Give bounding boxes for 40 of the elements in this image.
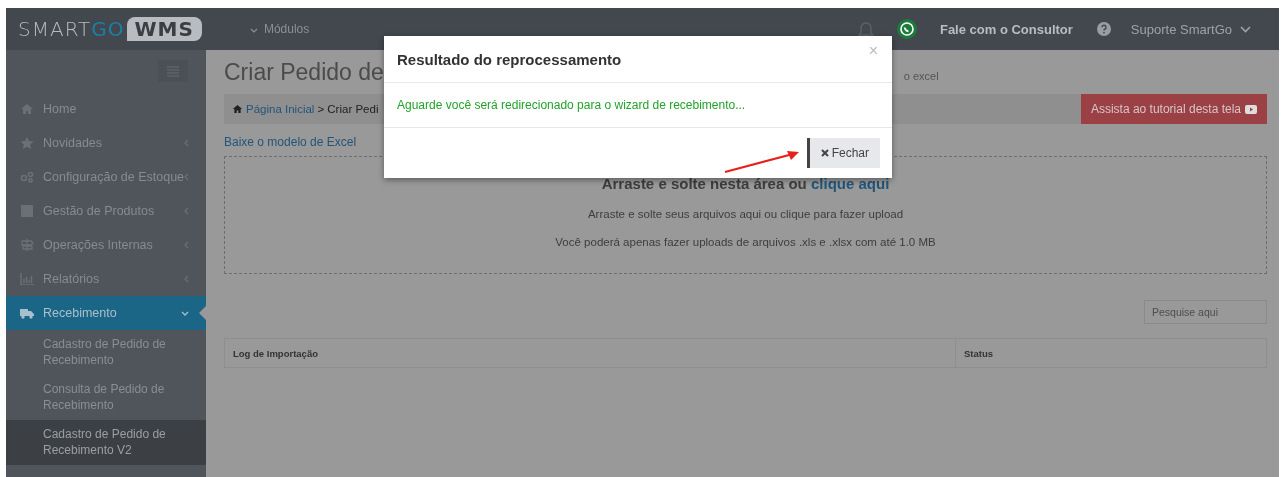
modules-menu[interactable]: Módulos <box>243 21 316 37</box>
bell-icon[interactable] <box>857 20 874 38</box>
consultant-link[interactable]: Fale com o Consultor <box>939 21 1073 37</box>
sign-icon <box>20 239 34 251</box>
column-header: Status <box>963 346 995 361</box>
chat-icon[interactable] <box>895 18 918 40</box>
page-subtitle: o excel <box>903 70 939 82</box>
submenu-item[interactable]: Cadastro de Pedido de Recebimento <box>6 330 206 375</box>
caret-down-icon <box>249 28 258 33</box>
submenu-item[interactable]: Cadastro de Pedido de Recebimento V2 <box>6 420 206 465</box>
video-icon <box>1245 104 1257 114</box>
breadcrumb-current: > Criar Pedi <box>317 103 379 115</box>
star-icon <box>20 137 34 149</box>
close-button[interactable]: × <box>864 42 882 60</box>
dropzone-limit: Você poderá apenas fazer uploads de arquivos .xls e .xlsx com até 1.0 MB <box>555 236 936 248</box>
submenu-item[interactable]: Consulta de Pedido de Recebimento <box>6 375 206 420</box>
chart-icon <box>20 273 34 285</box>
home-icon <box>20 103 34 115</box>
sidebar-label: Recebimento <box>43 306 118 320</box>
truck-icon <box>20 307 34 319</box>
dropzone-hint: Arraste e solte seus arquivos aqui ou clique para fazer upload <box>587 208 904 220</box>
help-icon[interactable] <box>1096 22 1111 36</box>
user-menu[interactable]: Suporte SmartGo <box>1124 20 1257 38</box>
dialog-message: Aguarde você será redirecionado para o wizard de recebimento... <box>384 83 892 128</box>
dropzone-title: Arraste e solte nesta área ou clique aqui <box>601 175 890 192</box>
search-field[interactable]: Pesquise aqui <box>1144 300 1267 324</box>
tutorial-button[interactable]: Assista ao tutorial desta tela <box>1080 94 1267 124</box>
dialog-title: Resultado do reprocessamento <box>397 50 622 68</box>
page-title: Criar Pedido de <box>224 58 384 87</box>
sidebar-item[interactable]: Recebimento <box>6 296 206 330</box>
column-header: Log de Importação <box>225 339 956 367</box>
home-icon <box>232 104 243 114</box>
close-dialog-button[interactable]: Fechar <box>806 138 880 168</box>
logo[interactable]: SMARTGO WMS <box>18 17 202 41</box>
breadcrumb-link[interactable]: Página Inicial <box>246 103 315 115</box>
active-pointer-icon <box>199 306 206 320</box>
gears-icon <box>20 171 34 183</box>
close-icon <box>820 149 829 157</box>
square-icon <box>20 205 34 217</box>
caret-down-icon <box>1240 25 1251 33</box>
